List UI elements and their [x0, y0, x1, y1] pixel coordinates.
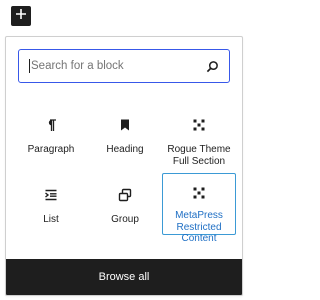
block-item-heading[interactable]: Heading	[88, 103, 162, 169]
block-item-label: Heading	[106, 144, 144, 155]
pilcrow-icon	[42, 116, 60, 134]
text-cursor	[29, 59, 30, 73]
list-icon	[42, 186, 60, 204]
block-item-metapress-restricted-content[interactable]: MetaPress Restricted Content	[162, 173, 236, 244]
block-item-label: Paragraph	[27, 144, 75, 155]
bookmark-icon	[116, 116, 134, 134]
inserter-toggle-button[interactable]	[11, 6, 31, 26]
block-types-list: Paragraph Heading Rogue Theme Full Secti…	[14, 103, 236, 244]
full-section-icon	[190, 116, 208, 134]
plus-icon	[14, 7, 28, 26]
search-input[interactable]	[31, 60, 205, 72]
block-item-label: Group	[111, 214, 139, 225]
block-search-field[interactable]	[18, 49, 230, 83]
block-item-group[interactable]: Group	[88, 173, 162, 235]
search-icon[interactable]	[205, 59, 219, 73]
group-icon	[116, 186, 134, 204]
block-item-rogue-theme-full-section[interactable]: Rogue Theme Full Section	[162, 103, 236, 169]
block-item-label: MetaPress Restricted Content	[175, 210, 223, 244]
block-item-label: Rogue Theme Full Section	[167, 144, 231, 167]
block-item-list[interactable]: List	[14, 173, 88, 235]
restricted-content-icon	[190, 186, 208, 200]
block-item-paragraph[interactable]: Paragraph	[14, 103, 88, 169]
block-item-label: List	[43, 214, 59, 225]
browse-all-button[interactable]: Browse all	[6, 259, 242, 295]
browse-all-label: Browse all	[98, 271, 150, 283]
block-inserter-popover: Paragraph Heading Rogue Theme Full Secti…	[5, 36, 243, 296]
